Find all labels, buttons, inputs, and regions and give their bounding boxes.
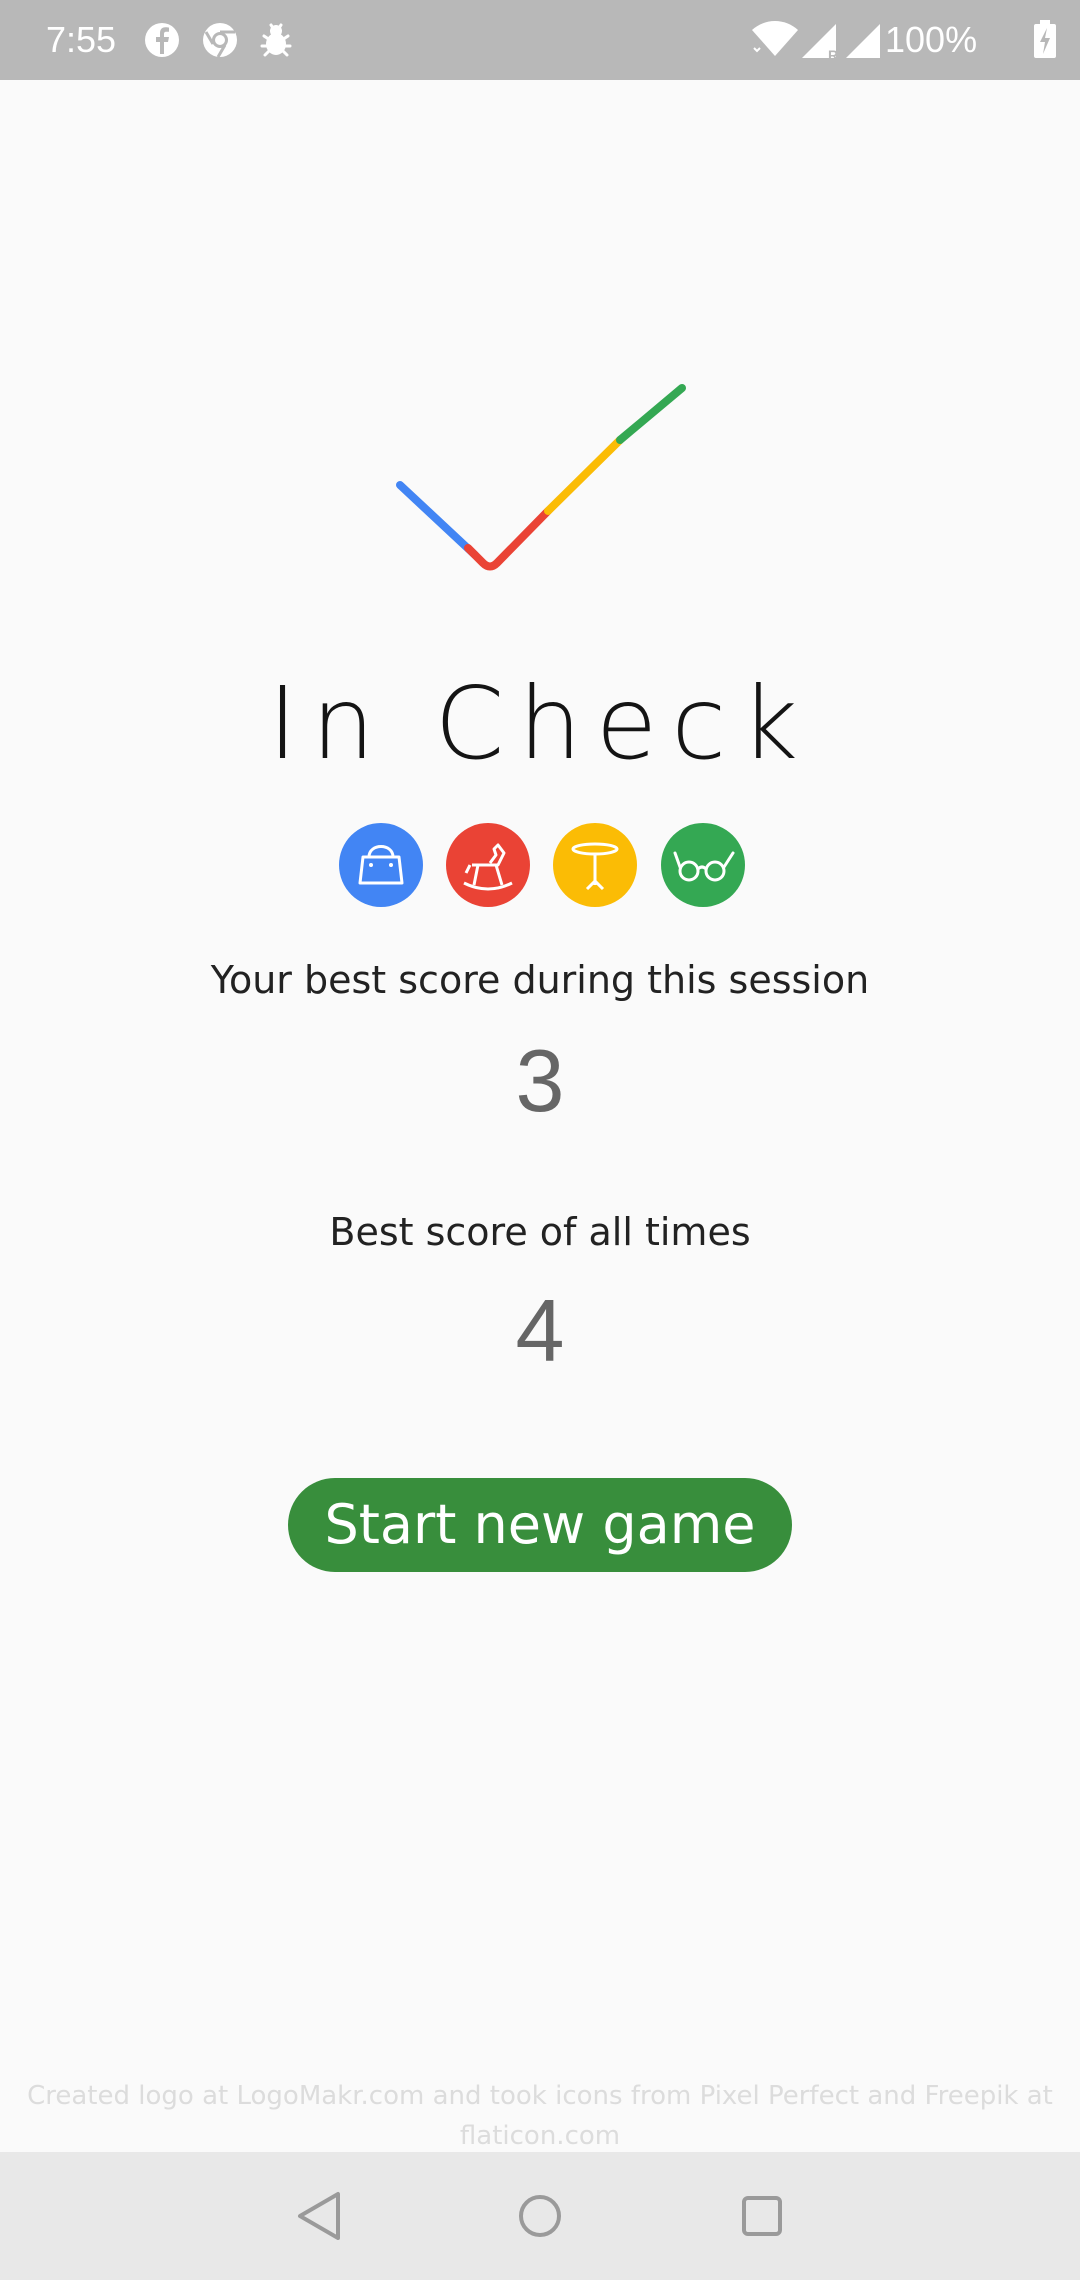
battery-percent: 100%: [885, 19, 978, 60]
table-icon: [553, 823, 637, 907]
battery-text-wrap: 100%: [720, 0, 1080, 80]
session-best-label: Your best score during this session: [210, 958, 870, 1002]
credits-line-1: Created logo at LogoMakr.com and took ic…: [27, 2081, 1053, 2111]
glasses-icon: [661, 823, 745, 907]
start-new-game-button[interactable]: Start new game: [288, 1478, 792, 1572]
recents-icon[interactable]: [730, 2184, 794, 2248]
alltime-best-score: 4: [515, 1281, 565, 1380]
handbag-icon: [339, 823, 423, 907]
alltime-best-label: Best score of all times: [329, 1210, 751, 1254]
app-logo-checkmark: [396, 384, 686, 571]
bug-icon: [260, 23, 292, 57]
battery-charging-icon: [1034, 20, 1056, 58]
status-bar: 7:55 R 100%: [0, 0, 1080, 80]
category-icons-row: [339, 823, 745, 907]
session-best-score: 3: [515, 1031, 565, 1130]
back-icon[interactable]: [288, 2184, 352, 2248]
rocking-horse-icon: [446, 823, 530, 907]
facebook-icon: [145, 23, 179, 57]
app-title: In Check: [267, 665, 813, 782]
status-time: 7:55: [46, 19, 117, 60]
status-icons-right: R 100%: [720, 0, 1080, 80]
credits-line-2: flaticon.com: [459, 2121, 621, 2151]
navigation-bar: [0, 2152, 1080, 2280]
credits-text: Created logo at LogoMakr.com and took ic…: [20, 2076, 1060, 2156]
home-icon[interactable]: [508, 2184, 572, 2248]
chrome-icon: [203, 23, 237, 58]
